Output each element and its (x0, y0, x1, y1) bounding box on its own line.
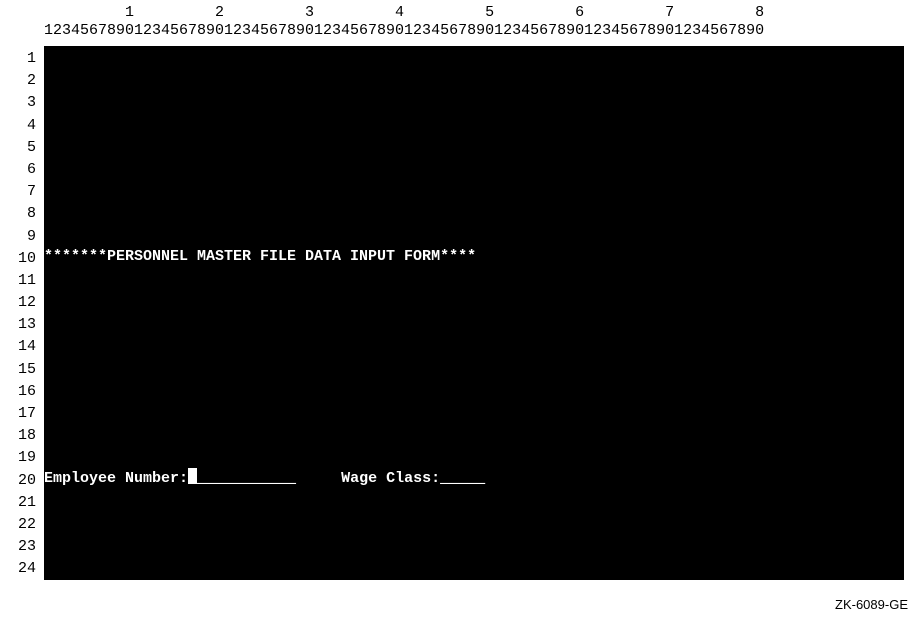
employee-number-input[interactable]: ___________ (197, 468, 296, 490)
text-cursor (188, 468, 197, 484)
column-ruler-ones: 1234567890123456789012345678901234567890… (44, 22, 764, 39)
form-title: *******PERSONNEL MASTER FILE DATA INPUT … (44, 246, 476, 268)
gap (296, 468, 341, 490)
wage-class-input[interactable]: _____ (440, 468, 485, 490)
wage-class-label: Wage Class: (341, 468, 440, 490)
employee-number-label: Employee Number: (44, 468, 188, 490)
row-ruler: 123456789101112131415161718192021222324 (0, 48, 36, 581)
column-ruler-tens: 1 2 3 4 5 6 7 8 (44, 4, 764, 21)
terminal-screen: *******PERSONNEL MASTER FILE DATA INPUT … (44, 46, 904, 580)
figure-caption: ZK-6089-GE (835, 597, 908, 612)
